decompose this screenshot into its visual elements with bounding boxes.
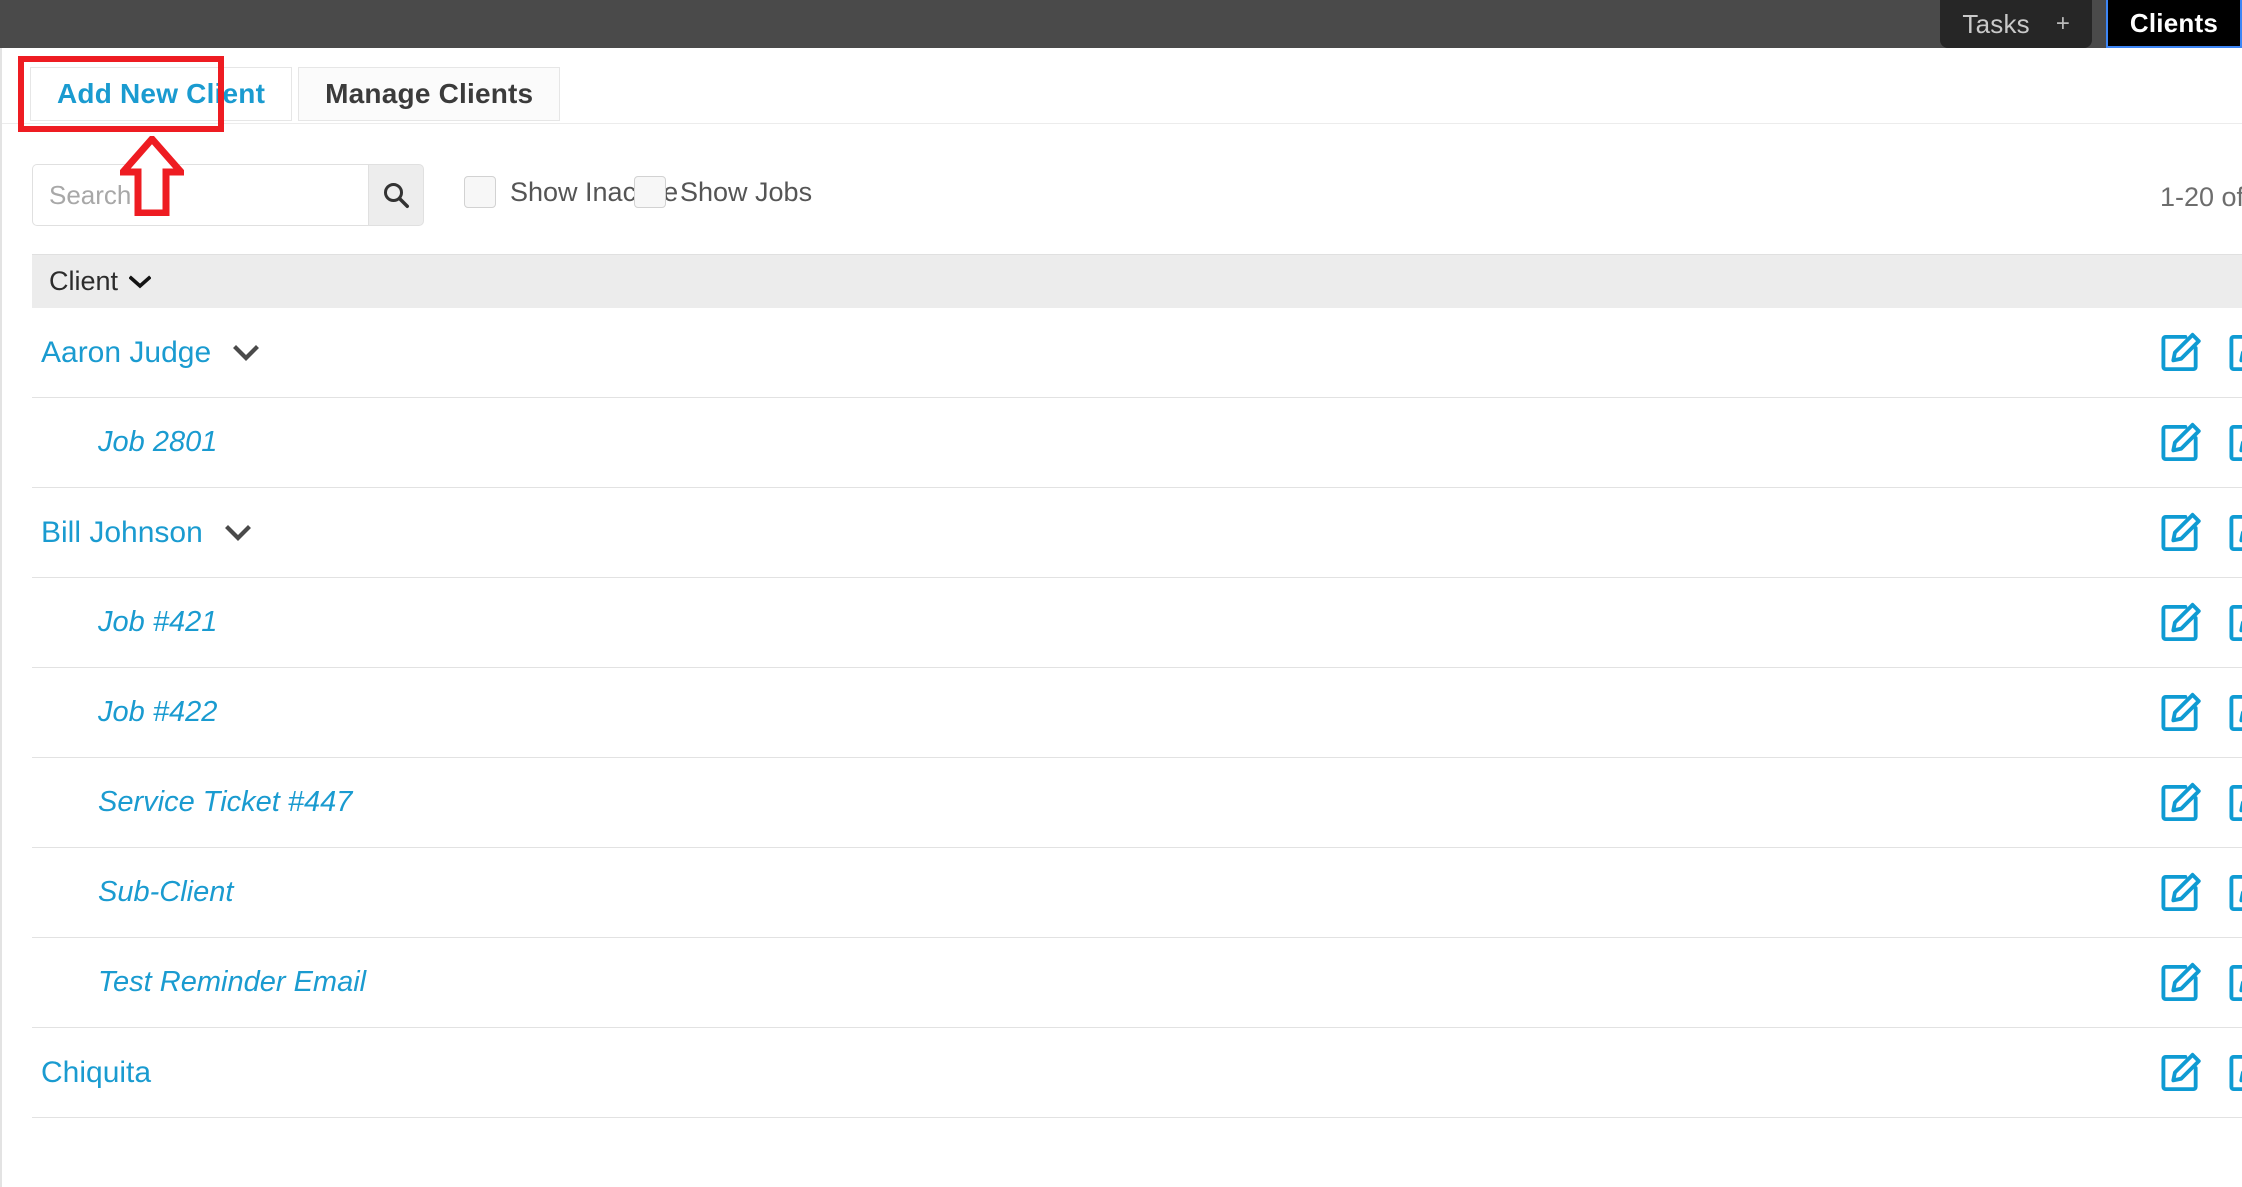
show-jobs-group: Show Jobs <box>634 176 812 208</box>
row-action-buttons <box>2158 938 2242 1028</box>
table-row: Aaron Judge <box>32 308 2242 398</box>
chevron-down-icon[interactable] <box>129 274 152 289</box>
search-input[interactable] <box>32 164 368 226</box>
search-button[interactable] <box>368 164 424 226</box>
job-row-name: Sub-Client <box>32 876 233 909</box>
table-row: Sub-Client <box>32 848 2242 938</box>
nav-tab-clients-label: Clients <box>2129 7 2218 38</box>
page-container: Add New Client Manage Clients Show Inact… <box>0 48 2242 1187</box>
table-row: Test Reminder Email <box>32 938 2242 1028</box>
clients-table: Client Aaron Judge Job 2801 Bill Johnson Jo… <box>32 254 2242 1118</box>
column-header-client-label: Client <box>49 266 119 296</box>
edit-pencil-icon[interactable] <box>2158 600 2204 646</box>
table-row: Job 2801 <box>32 398 2242 488</box>
table-row: Job #422 <box>32 668 2242 758</box>
nav-tab-tasks-label: Tasks <box>1962 8 2030 39</box>
job-name-link[interactable]: Test Reminder Email <box>32 966 366 999</box>
filter-toolbar: Show Inactive Show Jobs 1-20 of <box>2 134 2242 254</box>
table-row: Chiquita <box>32 1028 2242 1118</box>
job-row-name: Job #421 <box>32 606 217 639</box>
job-row-name: Job #422 <box>32 696 217 729</box>
row-action-buttons <box>2158 488 2242 578</box>
top-navigation-bar: Tasks + Clients <box>0 0 2242 48</box>
edit-pencil-icon[interactable] <box>2226 330 2242 376</box>
chevron-down-icon[interactable] <box>224 524 251 541</box>
client-row-name: Aaron Judge <box>32 336 260 370</box>
table-row: Service Ticket #447 <box>32 758 2242 848</box>
show-jobs-label: Show Jobs <box>680 176 813 207</box>
job-row-name: Job 2801 <box>32 426 217 459</box>
row-action-buttons <box>2158 578 2242 668</box>
job-name-link[interactable]: Service Ticket #447 <box>32 786 352 819</box>
column-header-client[interactable]: Client <box>32 266 152 297</box>
edit-pencil-icon[interactable] <box>2158 510 2204 556</box>
job-name-link[interactable]: Job 2801 <box>32 426 217 459</box>
client-name-link[interactable]: Chiquita <box>32 1056 151 1090</box>
pagination-summary: 1-20 of <box>2159 182 2242 212</box>
show-inactive-checkbox[interactable] <box>464 176 496 208</box>
add-task-plus-icon[interactable]: + <box>2056 12 2070 36</box>
row-action-buttons <box>2158 308 2242 398</box>
tab-add-new-client-label: Add New Client <box>57 78 266 109</box>
client-tabs: Add New Client Manage Clients <box>30 67 561 121</box>
job-name-link[interactable]: Job #422 <box>32 696 217 729</box>
edit-pencil-icon[interactable] <box>2226 1050 2242 1096</box>
edit-pencil-icon[interactable] <box>2226 600 2242 646</box>
row-action-buttons <box>2158 758 2242 848</box>
edit-pencil-icon[interactable] <box>2226 870 2242 916</box>
row-action-buttons <box>2158 848 2242 938</box>
table-row: Job #421 <box>32 578 2242 668</box>
edit-pencil-icon[interactable] <box>2226 690 2242 736</box>
client-name-link[interactable]: Bill Johnson <box>32 516 203 550</box>
edit-pencil-icon[interactable] <box>2158 330 2204 376</box>
table-row: Bill Johnson <box>32 488 2242 578</box>
edit-pencil-icon[interactable] <box>2158 960 2204 1006</box>
edit-pencil-icon[interactable] <box>2226 420 2242 466</box>
tab-manage-clients-label: Manage Clients <box>325 78 534 109</box>
nav-tab-clients[interactable]: Clients <box>2105 0 2242 48</box>
job-row-name: Test Reminder Email <box>32 966 366 999</box>
chevron-down-icon[interactable] <box>233 344 260 361</box>
edit-pencil-icon[interactable] <box>2158 690 2204 736</box>
client-row-name: Chiquita <box>32 1056 151 1090</box>
tabstrip-divider <box>2 123 2242 124</box>
client-row-name: Bill Johnson <box>32 516 251 550</box>
edit-pencil-icon[interactable] <box>2226 960 2242 1006</box>
edit-pencil-icon[interactable] <box>2158 780 2204 826</box>
job-name-link[interactable]: Sub-Client <box>32 876 233 909</box>
job-name-link[interactable]: Job #421 <box>32 606 217 639</box>
edit-pencil-icon[interactable] <box>2226 780 2242 826</box>
job-row-name: Service Ticket #447 <box>32 786 352 819</box>
edit-pencil-icon[interactable] <box>2158 1050 2204 1096</box>
row-action-buttons <box>2158 1028 2242 1118</box>
edit-pencil-icon[interactable] <box>2158 420 2204 466</box>
tab-add-new-client[interactable]: Add New Client <box>30 67 293 121</box>
table-header-row: Client <box>32 254 2242 308</box>
edit-pencil-icon[interactable] <box>2226 510 2242 556</box>
nav-tab-tasks[interactable]: Tasks + <box>1940 0 2092 48</box>
row-action-buttons <box>2158 668 2242 758</box>
tab-manage-clients[interactable]: Manage Clients <box>298 67 561 121</box>
search-icon <box>383 182 409 208</box>
table-body: Aaron Judge Job 2801 Bill Johnson Job #421 J… <box>32 308 2242 1118</box>
client-name-link[interactable]: Aaron Judge <box>32 336 211 370</box>
search-group <box>32 164 424 226</box>
row-action-buttons <box>2158 398 2242 488</box>
edit-pencil-icon[interactable] <box>2158 870 2204 916</box>
show-jobs-checkbox[interactable] <box>634 176 666 208</box>
